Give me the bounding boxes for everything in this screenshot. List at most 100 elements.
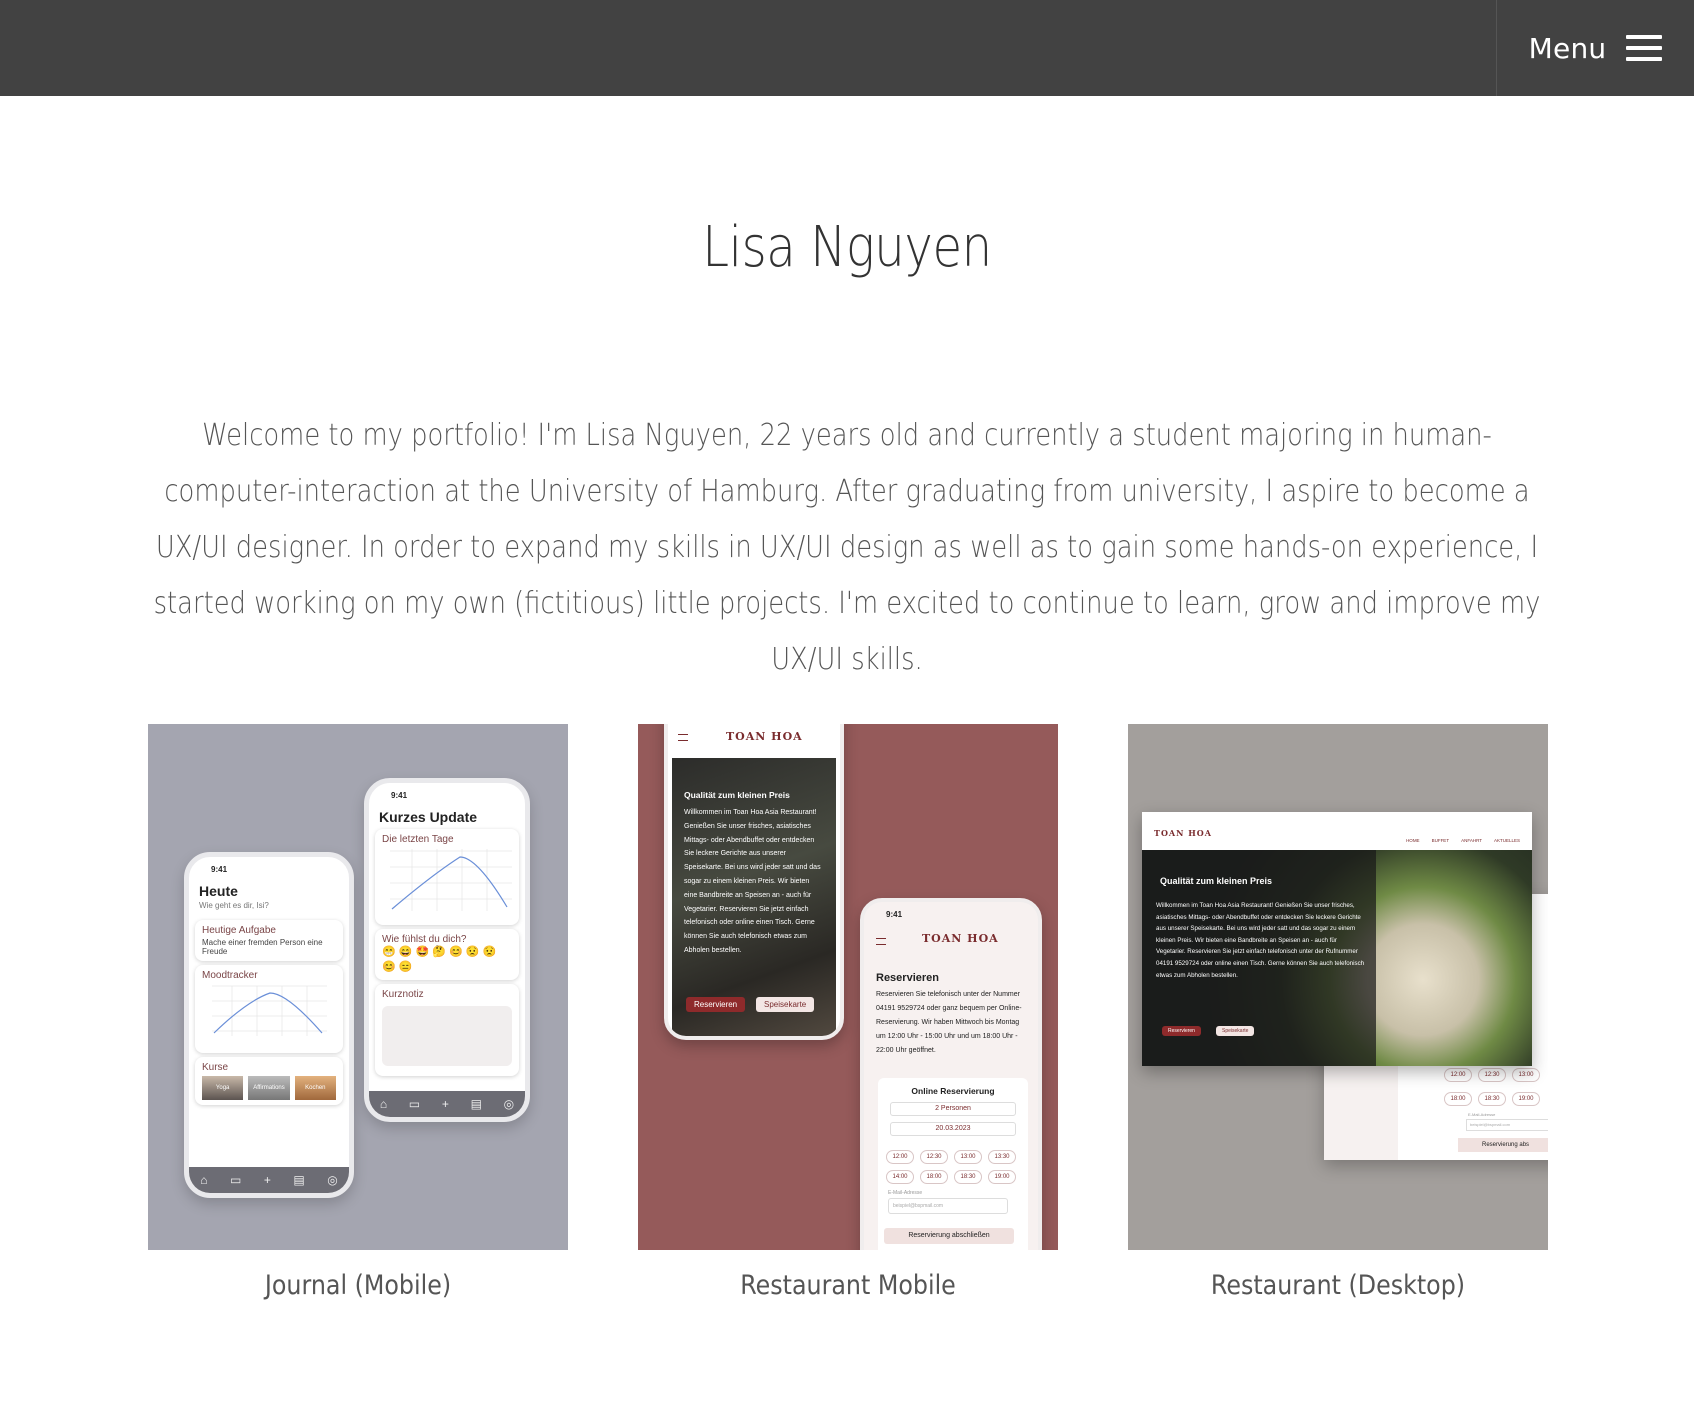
journal-phone-today: 9:41 Heute Wie geht es dir, Isi? Heutige… bbox=[184, 852, 354, 1198]
journal-tabbar-2: ⌂ ▭ + ▤ ◎ bbox=[369, 1091, 525, 1117]
submit-reservation-button: Reservierung abschließen bbox=[884, 1228, 1014, 1244]
timeslot: 18:00 bbox=[1444, 1092, 1472, 1106]
timeslot: 12:30 bbox=[920, 1150, 948, 1164]
update-title: Kurzes Update bbox=[379, 809, 478, 825]
restaurant-logo: TOAN HOA bbox=[726, 730, 803, 743]
timeslot: 12:30 bbox=[1478, 1068, 1506, 1082]
reserve-button: Reservieren bbox=[686, 997, 746, 1012]
date-field: 20.03.2023 bbox=[890, 1122, 1016, 1136]
last-days-card: Die letzten Tage bbox=[375, 829, 519, 925]
menu-button[interactable]: Menu bbox=[1496, 0, 1694, 96]
page-title: Lisa Nguyen bbox=[702, 215, 992, 280]
nav-aktuelles: AKTUELLES bbox=[1493, 838, 1520, 843]
project-caption-journal[interactable]: Journal (Mobile) bbox=[173, 1270, 543, 1301]
hamburger-icon bbox=[678, 734, 688, 741]
hero-headline: Qualität zum kleinen Preis bbox=[1160, 876, 1273, 886]
project-thumbnail-restaurant-mobile[interactable]: TOAN HOA Qualität zum kleinen Preis Will… bbox=[638, 724, 1058, 1250]
project-thumbnail-restaurant-desktop[interactable]: 12:00 12:30 13:00 18:00 18:30 19:00 E-Ma… bbox=[1128, 724, 1548, 1250]
project-caption-restaurant-mobile[interactable]: Restaurant Mobile bbox=[663, 1270, 1033, 1301]
menu-card-button: Speisekarte bbox=[1216, 1026, 1255, 1036]
inbox-icon: ▤ bbox=[470, 1097, 482, 1111]
hero-headline: Qualität zum kleinen Preis bbox=[684, 790, 790, 800]
project-caption-restaurant-desktop[interactable]: Restaurant (Desktop) bbox=[1153, 1270, 1523, 1301]
course-thumb-yoga: Yoga bbox=[202, 1076, 244, 1100]
timeslot: 19:00 bbox=[1512, 1092, 1540, 1106]
project-card-restaurant-mobile[interactable]: TOAN HOA Qualität zum kleinen Preis Will… bbox=[638, 724, 1058, 1301]
timeslot: 12:00 bbox=[886, 1150, 914, 1164]
menu-card-button: Speisekarte bbox=[756, 997, 815, 1012]
reservation-title: Reservieren bbox=[876, 972, 939, 984]
online-reservation-panel: Online Reservierung 2 Personen 20.03.202… bbox=[878, 1078, 1028, 1250]
project-card-journal[interactable]: 9:41 Heute Wie geht es dir, Isi? Heutige… bbox=[148, 724, 568, 1301]
book-icon: ▭ bbox=[408, 1097, 421, 1111]
timeslot: 19:00 bbox=[988, 1170, 1016, 1184]
reserve-button: Reservieren bbox=[1162, 1026, 1201, 1036]
hamburger-icon bbox=[1626, 35, 1663, 61]
timeslot: 14:00 bbox=[886, 1170, 914, 1184]
desktop-nav: HOME BUFFET ANFAHRT AKTUELLES bbox=[1406, 838, 1520, 843]
task-card-title: Heutige Aufgabe bbox=[202, 925, 276, 936]
plus-icon: + bbox=[263, 1173, 271, 1187]
status-time-2: 9:41 bbox=[391, 791, 408, 800]
timeslot: 12:00 bbox=[1444, 1068, 1472, 1082]
timeslot: 18:00 bbox=[920, 1170, 948, 1184]
journal-today-title: Heute bbox=[199, 883, 238, 899]
home-icon: ⌂ bbox=[200, 1173, 208, 1187]
moodtracker-card: Moodtracker bbox=[195, 965, 343, 1053]
timeslot: 13:00 bbox=[1512, 1068, 1540, 1082]
book-icon: ▭ bbox=[230, 1173, 242, 1187]
nav-home: HOME bbox=[1406, 838, 1420, 843]
moodtracker-title: Moodtracker bbox=[202, 970, 258, 981]
task-card-text: Mache einer fremden Person eine Freude bbox=[202, 938, 323, 956]
profile-icon: ◎ bbox=[503, 1097, 515, 1111]
note-textarea bbox=[382, 1006, 512, 1066]
hero-body: Willkommen im Toan Hoa Asia Restaurant! … bbox=[684, 809, 821, 954]
course-thumb-cooking: Kochen bbox=[294, 1076, 336, 1100]
reservation-body: Reservieren Sie telefonisch unter der Nu… bbox=[876, 991, 1022, 1054]
profile-icon: ◎ bbox=[327, 1173, 338, 1187]
feeling-card: Wie fühlst du dich? 😁 😄 🤩 🤔 😊 😟 😟 😊 😑 bbox=[375, 929, 519, 980]
journal-today-subtitle: Wie geht es dir, Isi? bbox=[199, 901, 269, 910]
intro-paragraph: Welcome to my portfolio! I'm Lisa Nguyen… bbox=[153, 418, 1541, 677]
top-navigation-bar: Menu bbox=[0, 0, 1694, 96]
intro-text-container: Welcome to my portfolio! I'm Lisa Nguyen… bbox=[150, 408, 1544, 688]
nav-buffet: BUFFET bbox=[1431, 838, 1450, 843]
timeslot: 13:30 bbox=[988, 1150, 1016, 1164]
journal-tabbar: ⌂ ▭ + ▤ ◎ bbox=[189, 1167, 349, 1193]
email-field: beispiel@bspmail.com bbox=[888, 1198, 1008, 1214]
plus-icon: + bbox=[441, 1097, 449, 1111]
timeslot: 13:00 bbox=[954, 1150, 982, 1164]
last-days-title: Die letzten Tage bbox=[382, 834, 454, 845]
submit-reservation-button: Reservierung abs bbox=[1458, 1138, 1548, 1152]
task-card: Heutige Aufgabe Mache einer fremden Pers… bbox=[195, 920, 343, 961]
menu-label: Menu bbox=[1528, 31, 1607, 65]
persons-select: 2 Personen bbox=[890, 1102, 1016, 1116]
mood-chart-icon bbox=[212, 985, 327, 1036]
emoji-row: 😁 😄 🤩 🤔 😊 😟 😟 😊 😑 bbox=[382, 946, 497, 973]
project-card-restaurant-desktop[interactable]: 12:00 12:30 13:00 18:00 18:30 19:00 E-Ma… bbox=[1128, 724, 1548, 1301]
project-thumbnail-journal[interactable]: 9:41 Heute Wie geht es dir, Isi? Heutige… bbox=[148, 724, 568, 1250]
home-icon: ⌂ bbox=[379, 1097, 388, 1111]
last-days-chart-icon bbox=[390, 849, 512, 911]
course-thumb-affirmations: Affirmations bbox=[248, 1076, 290, 1100]
status-time-3: 9:41 bbox=[886, 910, 903, 919]
email-label: E-Mail-Adresse bbox=[888, 1190, 923, 1196]
courses-card: Kurse Yoga Affirmations Kochen bbox=[195, 1057, 343, 1105]
timeslot: 18:30 bbox=[1478, 1092, 1506, 1106]
journal-phone-update: 9:41 Kurzes Update Die letzten Tage Wie … bbox=[364, 778, 530, 1122]
feeling-title: Wie fühlst du dich? bbox=[382, 934, 467, 945]
inbox-icon: ▤ bbox=[293, 1173, 305, 1187]
email-label: E-Mail-Adresse bbox=[1468, 1112, 1496, 1117]
note-title: Kurznotiz bbox=[382, 989, 424, 1000]
restaurant-phone-home: TOAN HOA Qualität zum kleinen Preis Will… bbox=[664, 724, 844, 1040]
hamburger-icon bbox=[876, 938, 886, 945]
nav-anfahrt: ANFAHRT bbox=[1461, 838, 1482, 843]
note-card: Kurznotiz bbox=[375, 984, 519, 1076]
status-time: 9:41 bbox=[211, 865, 228, 874]
hero-body: Willkommen im Toan Hoa Asia Restaurant! … bbox=[1156, 902, 1365, 979]
restaurant-logo-2: TOAN HOA bbox=[922, 932, 999, 945]
restaurant-phone-reservation: 9:41 TOAN HOA Reservieren Reservieren Si… bbox=[860, 898, 1042, 1250]
desktop-home-window: TOAN HOA HOME BUFFET ANFAHRT AKTUELLES Q… bbox=[1142, 812, 1532, 1066]
online-reservation-title: Online Reservierung bbox=[911, 1086, 995, 1096]
timeslot: 18:30 bbox=[954, 1170, 982, 1184]
